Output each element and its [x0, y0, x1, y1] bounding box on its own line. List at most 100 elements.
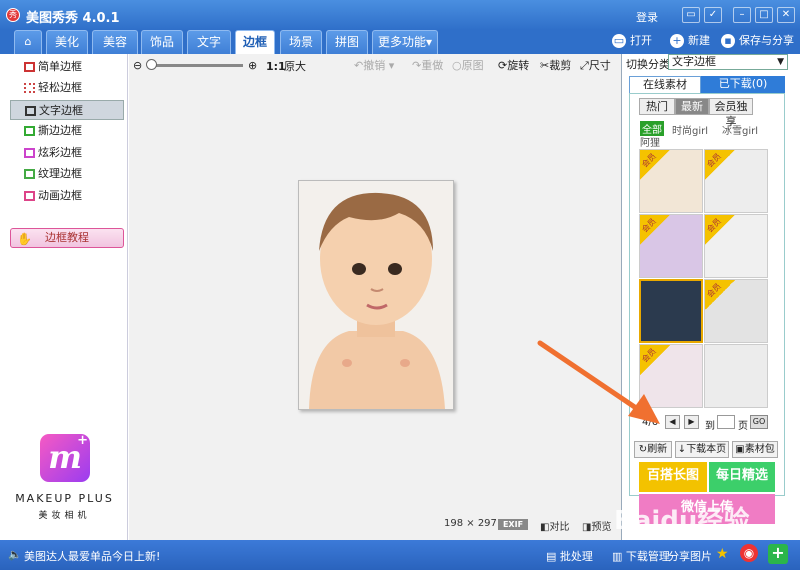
texture-frame-icon	[24, 169, 35, 179]
vip-badge: 会员	[640, 150, 670, 180]
tab-more[interactable]: 更多功能▾	[372, 30, 438, 54]
plus-icon: +	[670, 34, 684, 48]
resize-button[interactable]: ⤢尺寸	[580, 59, 611, 73]
sidebar-item-simple-frame[interactable]: 简单边框	[10, 57, 124, 77]
sidebar-item-texture-frame[interactable]: 纹理边框	[10, 164, 124, 184]
add-share-icon[interactable]: +	[768, 544, 788, 564]
prev-page-button[interactable]: ◀	[665, 415, 680, 429]
package-icon: ▣	[735, 444, 745, 455]
maximize-button[interactable]: □	[755, 7, 773, 23]
undo-button[interactable]: ↶撤销 ▾	[354, 59, 394, 73]
tab-downloaded[interactable]: 已下载(0)	[701, 76, 785, 93]
redo-icon: ↷	[412, 59, 422, 72]
promo-daily-pick[interactable]: 每日精选	[709, 462, 775, 492]
subfilter-fashion-girl[interactable]: 时尚girl	[672, 122, 708, 137]
zoom-slider-handle[interactable]	[146, 59, 157, 70]
makeup-plus-logo-icon: m +	[40, 434, 90, 482]
zoom-slider-track[interactable]	[148, 64, 243, 67]
ad-brand: MAKEUP PLUS	[15, 492, 114, 505]
vip-badge: 会员	[640, 215, 670, 245]
triangle-right-icon: ▶	[688, 417, 695, 426]
frame-icon	[24, 62, 35, 72]
redo-button[interactable]: ↷重做	[412, 59, 443, 73]
news-ticker[interactable]: 美图达人最爱单品今日上新!	[24, 548, 160, 564]
tab-online-materials[interactable]: 在线素材	[629, 76, 701, 93]
skin-icon[interactable]: ✓	[704, 7, 722, 23]
tab-frame[interactable]: 边框	[235, 30, 275, 54]
frame-thumbnail[interactable]: 会员	[639, 214, 703, 278]
home-icon: ⌂	[24, 35, 32, 48]
frame-thumbnail-selected[interactable]	[639, 279, 703, 343]
chevron-down-icon: ▼	[777, 57, 784, 67]
tab-face[interactable]: 美容	[92, 30, 138, 54]
frame-icon	[24, 83, 35, 93]
edited-photo[interactable]	[298, 180, 454, 410]
share-image-button[interactable]: 分享图片	[668, 548, 712, 564]
weibo-icon[interactable]: ◉	[740, 544, 758, 562]
rotate-button[interactable]: ⟳旋转	[498, 59, 529, 73]
sidebar-item-colorful-frame[interactable]: 炫彩边框	[10, 143, 124, 163]
tab-text[interactable]: 文字	[187, 30, 231, 54]
sidebar-item-torn-frame[interactable]: 撕边边框	[10, 121, 124, 141]
refresh-button[interactable]: ↻刷新	[634, 441, 672, 458]
bottom-status-bar: 🔈 美图达人最爱单品今日上新! ▤ 批处理 ▥ 下载管理 分享图片 ★ ◉ +	[0, 540, 800, 570]
open-button[interactable]: ▭ 打开	[612, 33, 652, 49]
download-manager-button[interactable]: ▥ 下载管理	[612, 548, 670, 564]
tab-accessory[interactable]: 饰品	[141, 30, 183, 54]
compare-button[interactable]: ◧对比	[540, 518, 569, 533]
filter-vip[interactable]: 会员独享	[709, 98, 753, 128]
app-title: 美图秀秀 4.0.1	[26, 11, 120, 26]
animated-frame-icon	[24, 191, 35, 201]
frame-thumbnail[interactable]: 会员	[639, 344, 703, 408]
title-bar: 秀 美图秀秀 4.0.1 登录 ▭ ✓ – □ ✕	[0, 0, 800, 30]
go-button[interactable]: GO	[750, 415, 768, 429]
batch-process-button[interactable]: ▤ 批处理	[546, 548, 593, 564]
page-indicator: 4/6	[642, 417, 659, 428]
triangle-left-icon: ◀	[669, 417, 676, 426]
frame-thumbnail[interactable]	[704, 344, 768, 408]
filter-newest[interactable]: 最新	[675, 98, 709, 115]
frame-thumbnail[interactable]: 会员	[704, 214, 768, 278]
category-select[interactable]: 文字边框 ▼	[668, 54, 788, 70]
preview-button[interactable]: ◨预览	[582, 518, 611, 533]
tab-collage[interactable]: 拼图	[326, 30, 368, 54]
frame-thumbnail[interactable]: 会员	[639, 149, 703, 213]
promo-long-image[interactable]: 百搭长图	[639, 462, 707, 492]
folder-icon: ▭	[612, 34, 626, 48]
original-size-label[interactable]: 原大	[284, 60, 306, 74]
home-tab[interactable]: ⌂	[14, 30, 42, 54]
sidebar-item-text-frame[interactable]: 文字边框	[10, 100, 124, 120]
page-number-input[interactable]	[717, 415, 735, 429]
close-button[interactable]: ✕	[777, 7, 795, 23]
exif-button[interactable]: EXIF	[498, 519, 528, 530]
zoom-out-icon[interactable]: ⊖	[133, 59, 142, 73]
tab-scene[interactable]: 场景	[280, 30, 322, 54]
rotate-icon: ⟳	[498, 59, 508, 72]
zoom-in-icon[interactable]: ⊕	[248, 59, 257, 73]
subfilter-ali[interactable]: 阿狸	[640, 134, 660, 149]
save-share-button[interactable]: ▪ 保存与分享	[721, 33, 794, 49]
tab-beautify[interactable]: 美化	[46, 30, 88, 54]
actual-size-button[interactable]: 1:1	[266, 60, 286, 74]
frame-thumbnail[interactable]: 会员	[704, 149, 768, 213]
subfilter-snow-girl[interactable]: 冰雪girl	[722, 122, 758, 137]
crop-button[interactable]: ✂裁剪	[540, 59, 571, 73]
makeup-plus-ad[interactable]: m + MAKEUP PLUS 美妆相机	[8, 422, 121, 534]
frame-tutorial-button[interactable]: ✋ 边框教程	[10, 228, 124, 248]
frame-thumbnail[interactable]: 会员	[704, 279, 768, 343]
qzone-star-icon[interactable]: ★	[716, 546, 729, 562]
minimize-button[interactable]: –	[733, 7, 751, 23]
sidebar-item-easy-frame[interactable]: 轻松边框	[10, 78, 124, 98]
image-dimensions: 198 × 297	[444, 518, 497, 529]
login-link[interactable]: 登录	[636, 9, 658, 25]
message-icon[interactable]: ▭	[682, 7, 700, 23]
next-page-button[interactable]: ▶	[684, 415, 699, 429]
sidebar-item-animated-frame[interactable]: 动画边框	[10, 186, 124, 206]
save-icon: ▪	[721, 34, 735, 48]
new-button[interactable]: + 新建	[670, 33, 710, 49]
reset-original-button[interactable]: ○原图	[452, 59, 484, 73]
download-page-button[interactable]: ↓下载本页	[675, 441, 729, 458]
filter-hot[interactable]: 热门	[639, 98, 675, 115]
material-pack-button[interactable]: ▣素材包	[732, 441, 778, 458]
batch-icon: ▤	[546, 550, 557, 563]
